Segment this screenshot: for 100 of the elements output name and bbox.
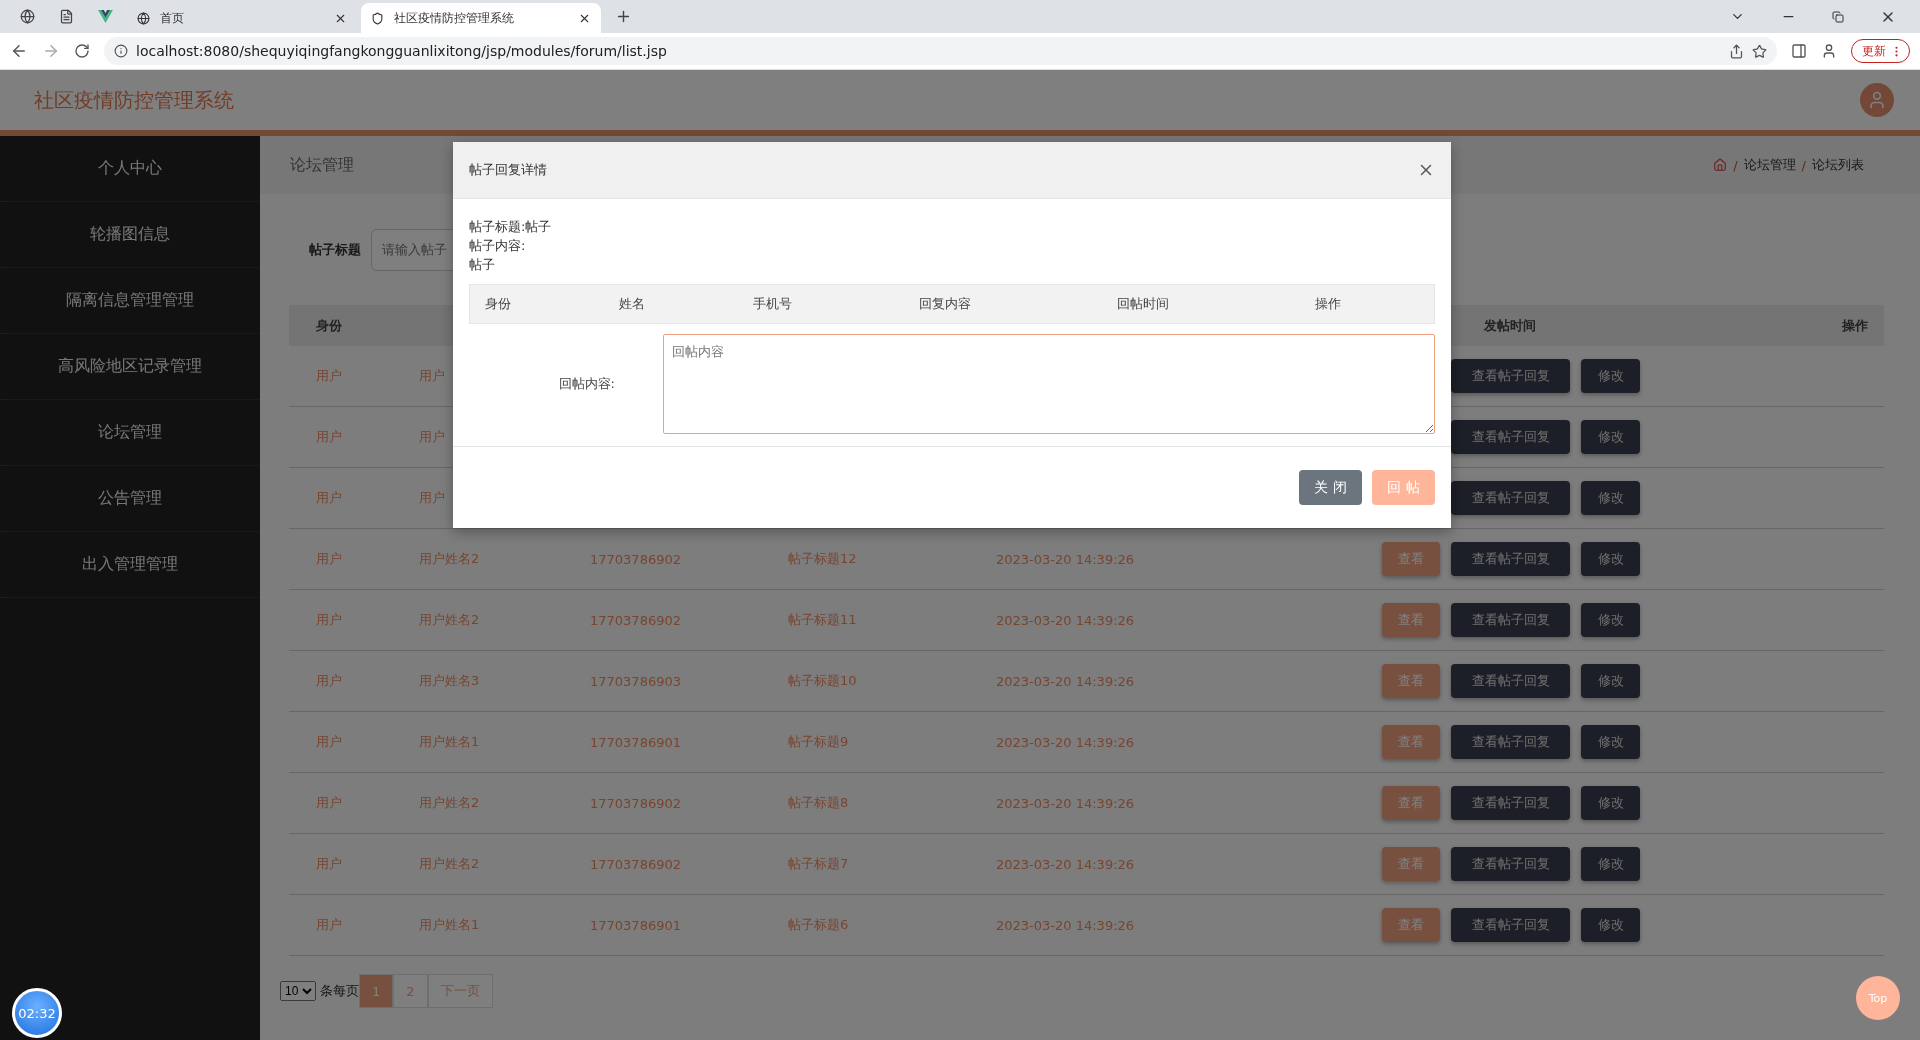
column-header: 操作 <box>1315 295 1342 313</box>
table-cell: 用户 <box>316 428 342 446</box>
edit-button[interactable]: 修改 <box>1581 725 1640 759</box>
app-title: 社区疫情防控管理系统 <box>34 86 234 114</box>
edit-button[interactable]: 修改 <box>1581 847 1640 881</box>
page-size-label: 条每页 <box>320 982 359 1000</box>
view-replies-button[interactable]: 查看帖子回复 <box>1451 603 1570 637</box>
table-cell: 17703786901 <box>590 734 681 750</box>
info-icon[interactable] <box>114 44 128 58</box>
table-cell: 2023-03-20 14:39:26 <box>996 551 1135 567</box>
table-cell: 用户 <box>316 611 342 629</box>
table-cell: 用户姓名3 <box>419 672 480 690</box>
table-cell: 帖子标题12 <box>788 550 857 568</box>
profile-icon[interactable] <box>1821 43 1837 59</box>
view-replies-button[interactable]: 查看帖子回复 <box>1451 725 1570 759</box>
breadcrumb-separator: / <box>1801 157 1806 173</box>
table-cell: 用户 <box>316 733 342 751</box>
breadcrumb-item: 论坛列表 <box>1812 156 1864 174</box>
breadcrumb-separator: / <box>1733 157 1738 173</box>
page-size-select[interactable]: 10 <box>280 981 316 1001</box>
table-cell: 用户 <box>316 672 342 690</box>
table-cell: 2023-03-20 14:39:26 <box>996 734 1135 750</box>
column-header: 操作 <box>1842 316 1868 335</box>
table-cell: 帖子标题11 <box>788 611 857 629</box>
dialog-title: 帖子回复详情 <box>469 161 547 179</box>
table-cell: 用户 <box>316 916 342 934</box>
view-replies-button[interactable]: 查看帖子回复 <box>1451 359 1570 393</box>
edit-button[interactable]: 修改 <box>1581 420 1640 454</box>
search-label: 帖子标题 <box>309 240 361 259</box>
edit-button[interactable]: 修改 <box>1581 664 1640 698</box>
column-header: 回复内容 <box>919 295 972 313</box>
table-cell: 用户 <box>419 428 445 446</box>
edit-button[interactable]: 修改 <box>1581 542 1640 576</box>
view-replies-button[interactable]: 查看帖子回复 <box>1451 542 1570 576</box>
column-header: 发帖时间 <box>1484 316 1536 335</box>
view-replies-button[interactable]: 查看帖子回复 <box>1451 847 1570 881</box>
table-cell: 2023-03-20 14:39:26 <box>996 856 1135 872</box>
table-cell: 帖子标题10 <box>788 672 857 690</box>
table-cell: 17703786902 <box>590 551 681 567</box>
table-cell: 帖子标题9 <box>788 733 849 751</box>
close-button[interactable]: 关 闭 <box>1299 470 1362 505</box>
edit-button[interactable]: 修改 <box>1581 603 1640 637</box>
table-cell: 17703786902 <box>590 795 681 811</box>
view-replies-button[interactable]: 查看帖子回复 <box>1451 908 1570 942</box>
post-info-text: 帖子内容: <box>469 237 527 255</box>
table-cell: 2023-03-20 14:39:26 <box>996 612 1135 628</box>
column-header: 姓名 <box>619 295 646 313</box>
section-title: 论坛管理 <box>290 154 354 176</box>
share-icon[interactable] <box>1729 43 1744 59</box>
reply-input-field[interactable]: 回帖内容 <box>663 334 1435 434</box>
restore-icon[interactable] <box>1832 10 1844 23</box>
table-cell: 用户 <box>419 489 445 507</box>
side-panel-icon[interactable] <box>1791 43 1807 59</box>
edit-button[interactable]: 修改 <box>1581 908 1640 942</box>
edit-button[interactable]: 修改 <box>1581 786 1640 820</box>
globe-icon[interactable] <box>20 9 35 24</box>
table-cell: 用户 <box>316 855 342 873</box>
table-cell: 帖子标题8 <box>788 794 849 812</box>
page-icon[interactable] <box>59 9 74 24</box>
page-button[interactable]: 2 <box>393 974 428 1008</box>
table-cell: 帖子标题6 <box>788 916 849 934</box>
column-header: 手机号 <box>753 295 793 313</box>
column-header: 回帖时间 <box>1117 295 1170 313</box>
table-cell: 2023-03-20 14:39:26 <box>996 673 1135 689</box>
table-cell: 帖子标题7 <box>788 855 849 873</box>
v-logo-icon[interactable] <box>98 10 113 23</box>
view-replies-button[interactable]: 查看帖子回复 <box>1451 420 1570 454</box>
browser-tab[interactable]: 社区疫情防控管理系统 <box>361 3 601 33</box>
update-button[interactable]: 更新 <box>1851 39 1910 63</box>
globe-icon <box>137 11 150 25</box>
view-replies-button[interactable]: 查看帖子回复 <box>1451 786 1570 820</box>
bookmark-star-icon[interactable] <box>1752 43 1767 59</box>
table-cell: 17703786902 <box>590 612 681 628</box>
table-cell: 用户姓名2 <box>419 550 480 568</box>
browser-tab[interactable]: 首页 <box>127 3 357 33</box>
table-cell: 用户姓名2 <box>419 611 480 629</box>
table-cell: 17703786901 <box>590 917 681 933</box>
table-cell: 2023-03-20 14:39:26 <box>996 917 1135 933</box>
view-replies-button[interactable]: 查看帖子回复 <box>1451 481 1570 515</box>
edit-button[interactable]: 修改 <box>1581 481 1640 515</box>
address-bar[interactable]: localhost:8080/shequyiqingfangkongguanlixitong/jsp/modules/forum/list.jsp <box>104 37 1777 65</box>
breadcrumb-item[interactable]: 论坛管理 <box>1743 156 1796 174</box>
table-cell: 用户 <box>316 794 342 812</box>
view-replies-button[interactable]: 查看帖子回复 <box>1451 664 1570 698</box>
table-cell: 用户 <box>316 367 342 385</box>
table-cell: 用户 <box>316 489 342 507</box>
new-tab-icon[interactable] <box>615 8 632 25</box>
table-cell: 用户姓名1 <box>419 733 480 751</box>
post-info-text: 帖子 <box>469 256 496 274</box>
edit-button[interactable]: 修改 <box>1581 359 1640 393</box>
column-header: 身份 <box>485 295 512 313</box>
shield-icon <box>371 11 384 25</box>
column-header: 身份 <box>316 316 342 335</box>
reload-icon[interactable] <box>74 43 90 59</box>
table-cell: 用户姓名2 <box>419 855 480 873</box>
table-cell: 17703786902 <box>590 856 681 872</box>
table-cell: 用户 <box>419 367 445 385</box>
table-cell: 用户 <box>316 550 342 568</box>
back-icon[interactable] <box>10 42 28 60</box>
table-cell: 用户姓名2 <box>419 794 480 812</box>
